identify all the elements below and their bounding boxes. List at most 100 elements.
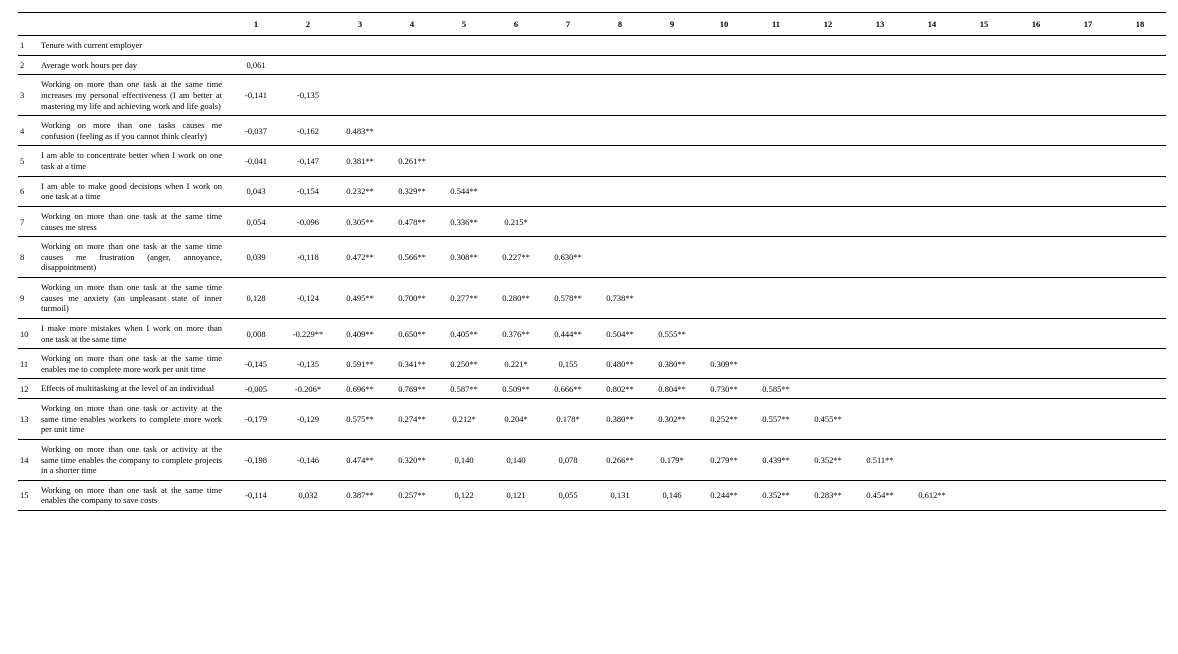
correlation-cell xyxy=(1114,349,1166,379)
correlation-cell: 0.283** xyxy=(802,480,854,510)
correlation-cell: 0.305** xyxy=(334,206,386,236)
col-header: 8 xyxy=(594,13,646,36)
correlation-cell: 0.612** xyxy=(906,480,958,510)
correlation-cell: 0.227** xyxy=(490,237,542,278)
correlation-cell xyxy=(750,206,802,236)
correlation-cell: 0.380** xyxy=(594,399,646,440)
correlation-cell xyxy=(698,206,750,236)
correlation-cell: 0.352** xyxy=(802,439,854,480)
correlation-cell xyxy=(906,75,958,116)
col-header: 1 xyxy=(230,13,282,36)
correlation-cell xyxy=(854,278,906,319)
correlation-cell xyxy=(802,278,854,319)
correlation-cell xyxy=(750,75,802,116)
correlation-cell xyxy=(958,318,1010,348)
row-label: Average work hours per day xyxy=(38,55,230,75)
row-number: 2 xyxy=(18,55,38,75)
correlation-cell xyxy=(594,36,646,56)
correlation-cell: 0.387** xyxy=(334,480,386,510)
correlation-cell xyxy=(698,278,750,319)
correlation-cell xyxy=(646,237,698,278)
correlation-cell: 0.630** xyxy=(542,237,594,278)
correlation-cell xyxy=(750,36,802,56)
correlation-cell xyxy=(906,349,958,379)
row-number: 5 xyxy=(18,146,38,176)
correlation-cell xyxy=(1010,318,1062,348)
row-label: Working on more than one task at the sam… xyxy=(38,206,230,236)
correlation-cell xyxy=(1114,379,1166,399)
row-label: I make more mistakes when I work on more… xyxy=(38,318,230,348)
correlation-cell xyxy=(490,176,542,206)
correlation-cell: -0,141 xyxy=(230,75,282,116)
correlation-cell xyxy=(854,55,906,75)
correlation-cell xyxy=(958,439,1010,480)
correlation-cell: 0.261** xyxy=(386,146,438,176)
correlation-cell xyxy=(958,176,1010,206)
correlation-cell: 0.575** xyxy=(334,399,386,440)
row-label: Working on more than one task at the sam… xyxy=(38,237,230,278)
correlation-cell xyxy=(1062,480,1114,510)
correlation-cell: -0,145 xyxy=(230,349,282,379)
correlation-cell xyxy=(1114,237,1166,278)
correlation-cell: 0,146 xyxy=(646,480,698,510)
correlation-cell: -0,135 xyxy=(282,75,334,116)
correlation-cell xyxy=(854,237,906,278)
correlation-cell xyxy=(906,146,958,176)
correlation-cell: 0.504** xyxy=(594,318,646,348)
table-row: 1Tenure with current employer xyxy=(18,36,1166,56)
correlation-cell xyxy=(1010,379,1062,399)
row-number: 15 xyxy=(18,480,38,510)
correlation-cell: 0.352** xyxy=(750,480,802,510)
correlation-cell: 0,032 xyxy=(282,480,334,510)
correlation-cell xyxy=(594,55,646,75)
correlation-cell xyxy=(802,206,854,236)
correlation-cell xyxy=(1010,439,1062,480)
col-header: 15 xyxy=(958,13,1010,36)
correlation-cell: 0.454** xyxy=(854,480,906,510)
correlation-cell xyxy=(802,349,854,379)
correlation-cell xyxy=(802,75,854,116)
correlation-cell: 0.557** xyxy=(750,399,802,440)
row-number: 11 xyxy=(18,349,38,379)
correlation-cell: -0,129 xyxy=(282,399,334,440)
correlation-cell xyxy=(1114,75,1166,116)
correlation-cell xyxy=(282,36,334,56)
correlation-cell: 0.266** xyxy=(594,439,646,480)
correlation-cell xyxy=(1010,75,1062,116)
row-number: 13 xyxy=(18,399,38,440)
correlation-cell xyxy=(1062,439,1114,480)
row-label: Working on more than one task at the sam… xyxy=(38,278,230,319)
correlation-cell: 0.308** xyxy=(438,237,490,278)
correlation-cell: 0.309** xyxy=(698,349,750,379)
correlation-cell xyxy=(490,146,542,176)
correlation-cell xyxy=(906,439,958,480)
row-number: 12 xyxy=(18,379,38,399)
correlation-cell: 0,043 xyxy=(230,176,282,206)
correlation-cell: 0.405** xyxy=(438,318,490,348)
correlation-cell xyxy=(1010,176,1062,206)
correlation-cell xyxy=(958,75,1010,116)
col-header: 18 xyxy=(1114,13,1166,36)
correlation-cell: 0.277** xyxy=(438,278,490,319)
correlation-cell xyxy=(542,36,594,56)
correlation-cell: 0.302** xyxy=(646,399,698,440)
table-row: 13Working on more than one task or activ… xyxy=(18,399,1166,440)
correlation-cell: 0.320** xyxy=(386,439,438,480)
correlation-cell xyxy=(906,399,958,440)
correlation-cell xyxy=(958,237,1010,278)
correlation-cell xyxy=(438,55,490,75)
correlation-cell xyxy=(542,75,594,116)
correlation-cell xyxy=(1114,480,1166,510)
correlation-cell: -0,096 xyxy=(282,206,334,236)
row-label: Working on more than one task or activit… xyxy=(38,439,230,480)
correlation-cell xyxy=(802,36,854,56)
correlation-cell: 0,155 xyxy=(542,349,594,379)
correlation-cell xyxy=(1010,480,1062,510)
correlation-cell: 0.244** xyxy=(698,480,750,510)
correlation-cell: 0.578** xyxy=(542,278,594,319)
correlation-cell xyxy=(334,55,386,75)
correlation-cell xyxy=(438,146,490,176)
col-header: 13 xyxy=(854,13,906,36)
correlation-cell xyxy=(906,278,958,319)
correlation-cell xyxy=(646,206,698,236)
